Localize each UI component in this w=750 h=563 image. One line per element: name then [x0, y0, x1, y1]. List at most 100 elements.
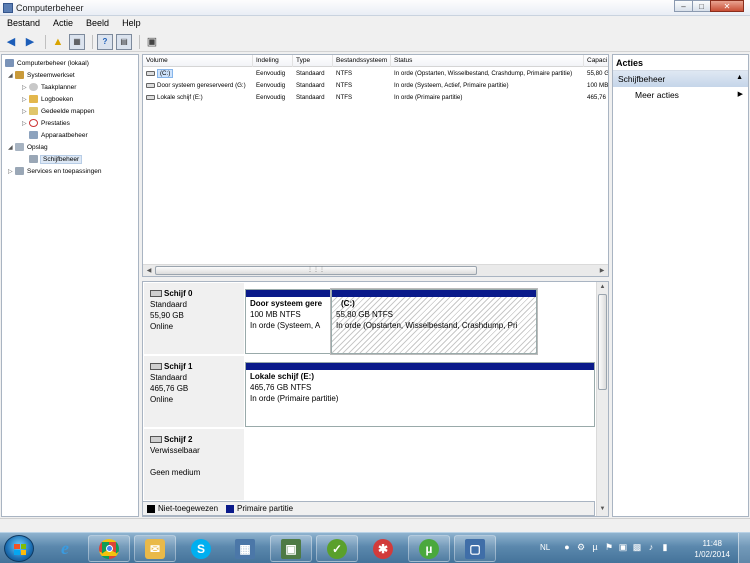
tree-node-apparaatbeheer[interactable]: Apparaatbeheer — [29, 130, 88, 140]
column-header-type[interactable]: Type — [293, 55, 333, 67]
taskbar-paint-app[interactable]: ✱ — [362, 535, 404, 562]
panda-icon[interactable]: ● — [562, 542, 572, 552]
partition-size: 465,76 GB NTFS — [250, 383, 312, 392]
more-actions-item[interactable]: Meer acties ▶ — [613, 87, 748, 101]
expand-icon[interactable]: ▷ — [8, 168, 15, 175]
collapse-up-icon[interactable]: ▲ — [736, 74, 743, 81]
taskbar-green-app[interactable]: ✓ — [316, 535, 358, 562]
taskbar-utorrent[interactable]: µ — [408, 535, 450, 562]
flag-icon[interactable]: ⚑ — [604, 542, 614, 552]
partition-status: In orde (Systeem, A — [250, 321, 321, 330]
partition-color-bar — [332, 290, 536, 297]
expand-icon[interactable]: ▷ — [22, 108, 29, 115]
gear-icon[interactable]: ⚙ — [576, 542, 586, 552]
column-header-indeling[interactable]: Indeling — [253, 55, 293, 67]
disk-0-label[interactable]: Schijf 0 Standaard 55,90 GB Online — [144, 283, 244, 355]
actions-section-schijfbeheer[interactable]: Schijfbeheer ▲ — [613, 71, 748, 87]
status-cell: In orde (Systeem, Actief, Primaire parti… — [394, 82, 509, 89]
legend-unallocated: Niet-toegewezen — [158, 504, 219, 513]
toolbar: ◀ ▶ ▲ ▦ ? ▤ ▣ — [0, 32, 750, 52]
close-button[interactable]: ✕ — [710, 0, 744, 12]
tree-node-prestaties[interactable]: ▷ Prestaties — [22, 118, 70, 128]
tree-node-services[interactable]: ▷ Services en toepassingen — [8, 166, 101, 176]
scrollbar-thumb[interactable] — [598, 294, 607, 390]
help-icon[interactable]: ? — [97, 33, 113, 50]
table-row[interactable]: Lokale schijf (E:) Eenvoudig Standaard N… — [143, 92, 608, 104]
table-row[interactable]: (C:) Eenvoudig Standaard NTFS In orde (O… — [143, 68, 608, 80]
expand-icon[interactable]: ▷ — [22, 84, 29, 91]
column-header-bestandssysteem[interactable]: Bestandssysteem — [333, 55, 391, 67]
title-bar: Computerbeheer – □ ✕ — [0, 0, 750, 16]
shared-folder-icon — [29, 107, 38, 115]
tree-node-opslag[interactable]: ◢ Opslag — [8, 142, 48, 152]
taskbar-chrome[interactable] — [88, 535, 130, 562]
taskbar-network[interactable]: ▦ — [224, 535, 266, 562]
expand-icon[interactable]: ▷ — [22, 96, 29, 103]
forward-icon[interactable]: ▶ — [22, 34, 38, 50]
network-tray-icon[interactable]: ▩ — [632, 542, 642, 552]
properties-icon[interactable]: ▣ — [144, 34, 160, 50]
tree-node-logboeken[interactable]: ▷ Logboeken — [22, 94, 73, 104]
scrollbar-thumb[interactable]: ⋮⋮⋮ — [155, 266, 477, 275]
back-icon[interactable]: ◀ — [3, 34, 19, 50]
toolbar-separator — [139, 34, 140, 49]
tree-node-gedeelde-mappen[interactable]: ▷ Gedeelde mappen — [22, 106, 95, 116]
scroll-left-icon[interactable]: ◀ — [143, 265, 155, 276]
computer-icon — [5, 59, 14, 67]
column-header-volume[interactable]: Volume — [143, 55, 253, 67]
menu-help[interactable]: Help — [115, 17, 147, 31]
collapse-icon[interactable]: ◢ — [8, 72, 15, 79]
volume-list-header: Volume Indeling Type Bestandssysteem Sta… — [143, 55, 608, 67]
tree-node-taakplanner[interactable]: ▷ Taakplanner — [22, 82, 76, 92]
internet-explorer-icon: e — [61, 538, 69, 558]
partition-color-bar — [246, 290, 330, 297]
partition-system-reserved[interactable]: Door systeem gere 100 MB NTFS In orde (S… — [245, 289, 331, 354]
taskbar-ie[interactable]: e — [44, 535, 86, 562]
tree-node-systeemwerkset[interactable]: ◢ Systeemwerkset — [8, 70, 75, 80]
column-header-status[interactable]: Status — [391, 55, 584, 67]
maximize-button[interactable]: □ — [692, 0, 711, 12]
disk-type: Standaard — [150, 300, 187, 309]
volume-name-cell: Lokale schijf (E:) — [143, 92, 253, 104]
collapse-icon[interactable]: ◢ — [8, 144, 15, 151]
drive-icon — [146, 82, 155, 88]
volume-icon[interactable]: ♪ — [646, 542, 656, 552]
show-desktop-button[interactable] — [738, 533, 750, 563]
taskbar-skype[interactable]: S — [180, 535, 222, 562]
network-icon: ▦ — [235, 538, 255, 559]
legend-primary: Primaire partitie — [237, 504, 294, 513]
menu-beeld[interactable]: Beeld — [79, 17, 115, 31]
scroll-down-icon[interactable]: ▼ — [597, 504, 608, 514]
vertical-scrollbar[interactable]: ▲ ▼ — [596, 282, 608, 516]
horizontal-scrollbar[interactable]: ◀ ⋮⋮⋮ ▶ — [143, 264, 608, 276]
clock[interactable]: 11:48 1/02/2014 — [694, 538, 730, 560]
tree-node-root[interactable]: Computerbeheer (lokaal) — [5, 58, 89, 68]
power-icon[interactable]: ▮ — [660, 542, 670, 552]
console-tree: Computerbeheer (lokaal) ◢ Systeemwerkset… — [1, 54, 139, 517]
disk-1-label[interactable]: Schijf 1 Standaard 465,76 GB Online — [144, 356, 244, 428]
taskbar-contacts[interactable]: ✉ — [134, 535, 176, 562]
show-hide-tree-icon[interactable]: ▦ — [69, 33, 85, 50]
disk-2-label[interactable]: Schijf 2 Verwisselbaar Geen medium — [144, 429, 244, 501]
show-hide-action-pane-icon[interactable]: ▤ — [116, 33, 132, 50]
menu-bestand[interactable]: Bestand — [0, 17, 46, 31]
utorrent-tray-icon[interactable]: µ — [590, 542, 600, 552]
chrome-icon — [99, 538, 119, 559]
up-folder-icon[interactable]: ▲ — [50, 34, 66, 50]
partition-c[interactable]: (C:) 55,80 GB NTFS In orde (Opstarten, W… — [330, 288, 538, 355]
expand-icon[interactable]: ▷ — [22, 120, 29, 127]
taskbar-window-app[interactable]: ▢ — [454, 535, 496, 562]
tree-node-schijfbeheer[interactable]: Schijfbeheer — [29, 154, 83, 164]
scroll-up-icon[interactable]: ▲ — [597, 282, 608, 292]
partition-e[interactable]: Lokale schijf (E:) 465,76 GB NTFS In ord… — [245, 362, 595, 427]
display-icon[interactable]: ▣ — [618, 542, 628, 552]
start-button[interactable] — [4, 535, 34, 562]
taskbar-computer-management[interactable]: ▣ — [270, 535, 312, 562]
status-cell: In orde (Opstarten, Wisselbestand, Crash… — [394, 70, 573, 77]
menu-actie[interactable]: Actie — [46, 17, 79, 31]
column-header-capaciteit[interactable]: Capaci — [584, 55, 608, 67]
table-row[interactable]: Door systeem gereserveerd (G:) Eenvoudig… — [143, 80, 608, 92]
scroll-right-icon[interactable]: ▶ — [596, 265, 608, 276]
minimize-button[interactable]: – — [674, 0, 693, 12]
language-indicator[interactable]: NL — [540, 543, 550, 552]
